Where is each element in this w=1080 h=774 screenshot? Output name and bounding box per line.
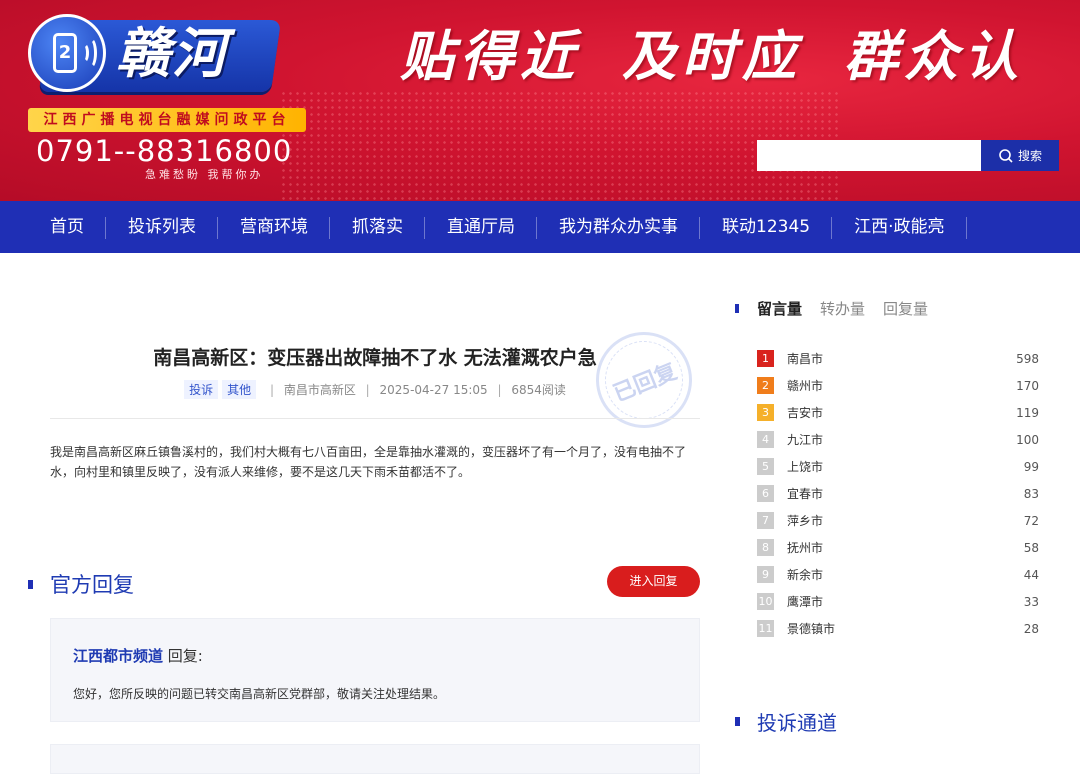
- reply-author: 江西都市频道 回复:: [73, 645, 203, 666]
- city-name: 新余市: [787, 568, 824, 582]
- rank-badge: 3: [757, 404, 774, 421]
- message-count: 83: [1023, 486, 1039, 501]
- nav-item-business[interactable]: 营商环境: [218, 201, 330, 253]
- responder-suffix: 回复:: [163, 647, 203, 665]
- rank-badge: 5: [757, 458, 774, 475]
- rank-badge: 2: [757, 377, 774, 394]
- reply-content: 您好，您所反映的问题已转交南昌高新区党群部，敬请关注处理结果。: [73, 687, 446, 701]
- article-body: 我是南昌高新区麻丘镇鲁溪村的，我们村大概有七八百亩田，全是靠抽水灌溉的，变压器坏…: [50, 445, 687, 479]
- city-name: 赣州市: [787, 379, 824, 393]
- message-count: 28: [1023, 621, 1039, 636]
- search-box: 搜索: [757, 140, 1059, 171]
- ranking-item[interactable]: 5 上饶市 99: [757, 453, 1039, 480]
- reply-card: 江西都市频道 回复: 您好，您所反映的问题已转交南昌高新区党群部，敬请关注处理结…: [50, 618, 700, 722]
- city-name: 上饶市: [787, 460, 824, 474]
- ranking-item[interactable]: 1 南昌市 598: [757, 345, 1039, 372]
- search-input[interactable]: [757, 140, 981, 171]
- category-tag[interactable]: 投诉: [184, 380, 219, 399]
- section-title: 投诉通道: [757, 711, 837, 735]
- search-button[interactable]: 搜索: [981, 140, 1059, 171]
- nav-item-public-service[interactable]: 我为群众办实事: [537, 201, 700, 253]
- message-count: 72: [1023, 513, 1039, 528]
- message-count: 58: [1023, 540, 1039, 555]
- divider: [50, 418, 700, 419]
- message-count: 44: [1023, 567, 1039, 582]
- rank-badge: 9: [757, 566, 774, 583]
- search-icon: [999, 148, 1013, 163]
- city-name: 吉安市: [787, 406, 824, 420]
- phone-icon: 2: [28, 14, 106, 92]
- city-name: 萍乡市: [787, 514, 824, 528]
- ranking-item[interactable]: 8 抚州市 58: [757, 534, 1039, 561]
- city-name: 南昌市: [787, 352, 824, 366]
- nav-item-complaints[interactable]: 投诉列表: [106, 201, 218, 253]
- rank-badge: 10: [757, 593, 774, 610]
- rank-badge: 7: [757, 512, 774, 529]
- tab-messages[interactable]: 留言量: [757, 298, 802, 319]
- official-reply-heading: 官方回复: [28, 569, 134, 599]
- complaint-channel-heading: 投诉通道: [735, 707, 837, 736]
- logo-text: 赣河: [116, 22, 228, 85]
- logo-badge: 2: [53, 33, 77, 73]
- message-count: 100: [1016, 432, 1039, 447]
- responder-name[interactable]: 江西都市频道: [73, 647, 163, 665]
- message-count: 33: [1023, 594, 1039, 609]
- city-name: 宜春市: [787, 487, 824, 501]
- nav-item-home[interactable]: 首页: [28, 201, 106, 253]
- ranking-item[interactable]: 7 萍乡市 72: [757, 507, 1039, 534]
- article-datetime: 2025-04-27 15:05: [379, 383, 488, 397]
- message-count: 598: [1016, 351, 1039, 366]
- ranking-item[interactable]: 6 宜春市 83: [757, 480, 1039, 507]
- search-button-label: 搜索: [1017, 149, 1042, 163]
- city-name: 九江市: [787, 433, 824, 447]
- stamp-text: 已回复: [610, 359, 681, 408]
- city-ranking-list: 1 南昌市 598 2 赣州市 170 3 吉安市 119 4 九江市 100 5 上饶市 99 6 宜春市 83…: [757, 345, 1039, 642]
- ranking-tabs: 留言量 转办量 回复量: [735, 298, 946, 319]
- nav-item-12345[interactable]: 联动12345: [700, 201, 833, 253]
- ranking-item[interactable]: 4 九江市 100: [757, 426, 1039, 453]
- main-nav: 首页 投诉列表 营商环境 抓落实 直通厅局 我为群众办实事 联动12345 江西…: [0, 201, 1080, 253]
- slogan-part: 及时应: [622, 25, 802, 88]
- platform-tagline: 江西广播电视台融媒问政平台: [28, 108, 306, 132]
- article-location: 南昌市高新区: [283, 383, 356, 397]
- rank-badge: 1: [757, 350, 774, 367]
- city-name: 景德镇市: [787, 622, 836, 636]
- rank-badge: 4: [757, 431, 774, 448]
- article-reads: 6854阅读: [511, 383, 566, 397]
- message-count: 99: [1023, 459, 1039, 474]
- rank-badge: 11: [757, 620, 774, 637]
- message-count: 170: [1016, 378, 1039, 393]
- section-title: 官方回复: [50, 573, 134, 597]
- city-name: 抚州市: [787, 541, 824, 555]
- ranking-item[interactable]: 3 吉安市 119: [757, 399, 1039, 426]
- nav-item-implementation[interactable]: 抓落实: [330, 201, 425, 253]
- replied-stamp: 已回复: [581, 317, 707, 443]
- slogan-part: 贴得近: [400, 25, 580, 88]
- header-banner: 2 赣河 江西广播电视台融媒问政平台 0791--88316800 急难愁盼 我…: [0, 0, 1080, 201]
- city-name: 鹰潭市: [787, 595, 824, 609]
- rank-badge: 8: [757, 539, 774, 556]
- category-tag[interactable]: 其他: [222, 380, 257, 399]
- ranking-item[interactable]: 2 赣州市 170: [757, 372, 1039, 399]
- ranking-item[interactable]: 11 景德镇市 28: [757, 615, 1039, 642]
- map-dots-decoration: [280, 90, 840, 200]
- ranking-item[interactable]: 9 新余市 44: [757, 561, 1039, 588]
- tab-replies[interactable]: 回复量: [883, 298, 928, 319]
- hotline-subtitle: 急难愁盼 我帮你办: [145, 168, 264, 181]
- hotline-number: 0791--88316800: [36, 134, 293, 168]
- tab-transferred[interactable]: 转办量: [820, 298, 865, 319]
- site-logo[interactable]: 2 赣河: [28, 14, 282, 94]
- nav-item-zhengnengliang[interactable]: 江西·政能亮: [832, 201, 967, 253]
- slogan: 贴得近 及时应 群众认: [400, 12, 1066, 91]
- message-count: 119: [1016, 405, 1039, 420]
- nav-item-departments[interactable]: 直通厅局: [425, 201, 537, 253]
- rank-badge: 6: [757, 485, 774, 502]
- enter-reply-button[interactable]: 进入回复: [607, 566, 700, 597]
- ranking-item[interactable]: 10 鹰潭市 33: [757, 588, 1039, 615]
- slogan-part: 群众认: [844, 25, 1024, 88]
- reply-card-next: [50, 744, 700, 774]
